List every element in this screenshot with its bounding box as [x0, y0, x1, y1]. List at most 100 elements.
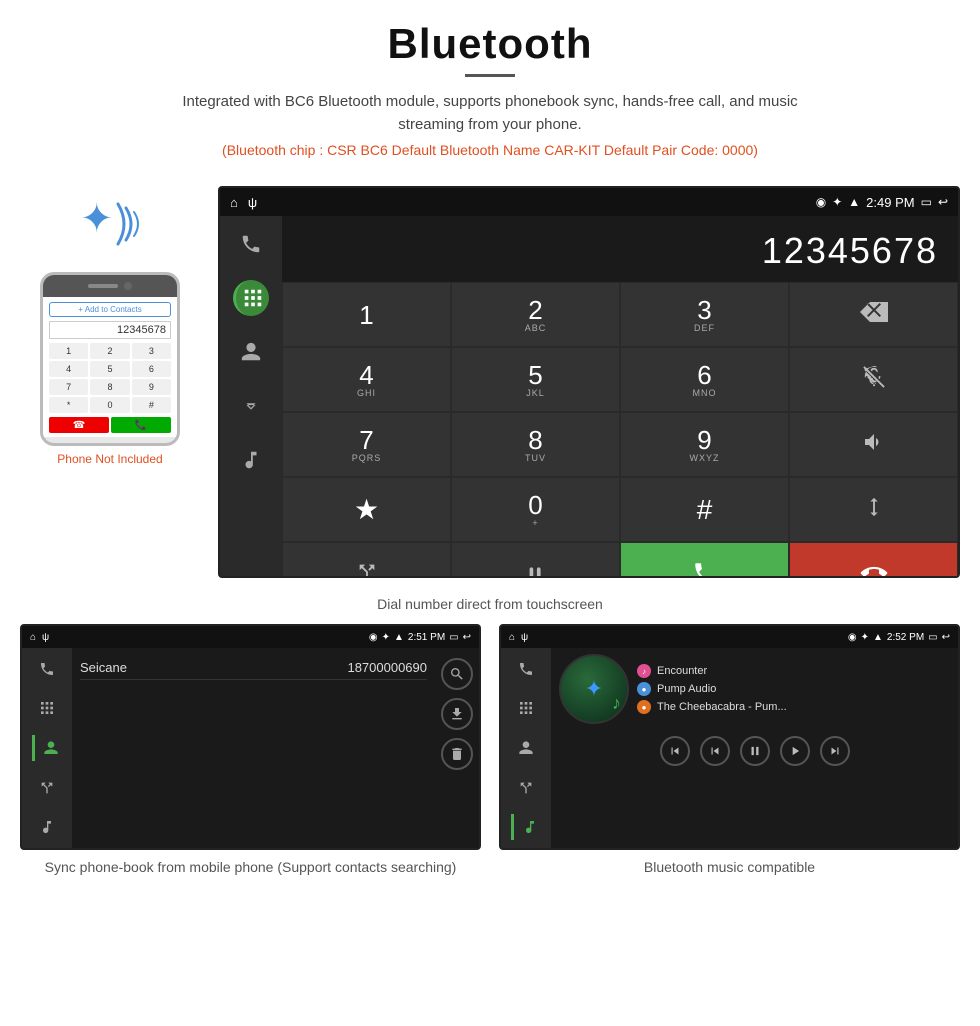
phone-key-4[interactable]: 4	[49, 361, 88, 377]
track-dot-1: ♪	[637, 664, 651, 678]
wifi-waves-icon	[110, 194, 150, 261]
skip-back-button[interactable]	[700, 736, 730, 766]
contact-number: 18700000690	[347, 660, 427, 675]
play-button[interactable]	[780, 736, 810, 766]
ms-sidebar-keypad[interactable]	[511, 696, 541, 722]
phone-call-button[interactable]: 📞	[111, 417, 171, 433]
download-button[interactable]	[441, 698, 473, 730]
phone-key-2[interactable]: 2	[90, 343, 129, 359]
next-track-button[interactable]	[820, 736, 850, 766]
track-3[interactable]: ● The Cheebacabra - Pum...	[637, 700, 950, 714]
ms-sidebar-contacts[interactable]	[511, 735, 541, 761]
status-time: 2:49 PM	[866, 195, 914, 210]
key-3[interactable]: 3 DEF	[620, 282, 789, 347]
delete-button[interactable]	[441, 738, 473, 770]
phonebook-item: ⌂ ψ ◉ ✦ ▲ 2:51 PM ▭ ↩	[20, 624, 481, 878]
main-status-bar: ⌂ ψ ◉ ✦ ▲ 2:49 PM ▭ ↩	[220, 188, 958, 216]
key-8[interactable]: 8 TUV	[451, 412, 620, 477]
key-sort[interactable]	[789, 477, 958, 542]
key-merge[interactable]	[282, 542, 451, 578]
phone-key-3[interactable]: 3	[132, 343, 171, 359]
key-2[interactable]: 2 ABC	[451, 282, 620, 347]
page-header: Bluetooth Integrated with BC6 Bluetooth …	[0, 0, 980, 186]
phone-key-8[interactable]: 8	[90, 379, 129, 395]
pb-sidebar-music[interactable]	[32, 814, 62, 840]
phone-number-display: 12345678	[49, 321, 171, 339]
ms-back-icon[interactable]: ↩	[942, 632, 950, 643]
home-icon[interactable]: ⌂	[230, 195, 238, 210]
pb-back-icon[interactable]: ↩	[463, 632, 471, 643]
key-hash[interactable]: #	[620, 477, 789, 542]
pb-usb-icon: ψ	[42, 632, 49, 643]
pause-button[interactable]	[740, 736, 770, 766]
key-hold[interactable]	[451, 542, 620, 578]
bluetooth-symbol-icon: ✦	[80, 196, 114, 242]
pb-sidebar-keypad[interactable]	[32, 696, 62, 722]
contact-row: Seicane 18700000690	[80, 656, 427, 680]
music-controls	[559, 730, 950, 768]
ms-sidebar-music[interactable]	[511, 814, 541, 840]
sidebar-contacts-icon[interactable]	[233, 334, 269, 370]
key-5[interactable]: 5 JKL	[451, 347, 620, 412]
ms-sidebar-phone[interactable]	[511, 656, 541, 682]
key-call[interactable]	[620, 542, 789, 578]
key-6[interactable]: 6 MNO	[620, 347, 789, 412]
pb-sidebar-phone[interactable]	[32, 656, 62, 682]
search-button[interactable]	[441, 658, 473, 690]
track-2[interactable]: ● Pump Audio	[637, 682, 950, 696]
phone-key-1[interactable]: 1	[49, 343, 88, 359]
key-mute[interactable]	[789, 347, 958, 412]
music-note-icon: ♪	[612, 693, 621, 714]
pb-status-left: ⌂ ψ	[30, 632, 49, 643]
ms-home-icon[interactable]: ⌂	[509, 632, 515, 643]
battery-icon: ▭	[921, 195, 932, 209]
music-caption: Bluetooth music compatible	[644, 858, 815, 878]
spec-line: (Bluetooth chip : CSR BC6 Default Blueto…	[0, 142, 980, 158]
phone-key-6[interactable]: 6	[132, 361, 171, 377]
key-4[interactable]: 4 GHI	[282, 347, 451, 412]
pb-sidebar-transfer[interactable]	[32, 775, 62, 801]
phone-top-bar	[43, 275, 177, 297]
sidebar-phone-icon[interactable]	[233, 226, 269, 262]
track-dot-3: ●	[637, 700, 651, 714]
pb-sidebar-contacts[interactable]	[32, 735, 62, 761]
pb-status-right: ◉ ✦ ▲ 2:51 PM ▭ ↩	[369, 632, 471, 643]
key-volume[interactable]	[789, 412, 958, 477]
key-star[interactable]: ★	[282, 477, 451, 542]
ms-usb-icon: ψ	[521, 632, 528, 643]
track-1[interactable]: ♪ Encounter	[637, 664, 950, 678]
phone-camera-icon	[124, 282, 132, 290]
prev-track-button[interactable]	[660, 736, 690, 766]
title-divider	[465, 74, 515, 77]
location-icon: ◉	[816, 195, 826, 209]
ms-location-icon: ◉	[848, 632, 857, 643]
key-9[interactable]: 9 WXYZ	[620, 412, 789, 477]
contact-name: Seicane	[80, 660, 127, 675]
ms-sidebar-transfer[interactable]	[511, 775, 541, 801]
dialer-sidebar	[220, 216, 282, 576]
add-contacts-label[interactable]: + Add to Contacts	[49, 302, 171, 317]
sidebar-music-icon[interactable]	[233, 442, 269, 478]
phone-key-0[interactable]: 0	[90, 397, 129, 413]
back-icon[interactable]: ↩	[938, 195, 948, 209]
signal-icon: ▲	[848, 195, 860, 209]
key-backspace[interactable]	[789, 282, 958, 347]
phone-end-button[interactable]: ☎	[49, 417, 109, 433]
key-0[interactable]: 0 +	[451, 477, 620, 542]
phone-key-hash[interactable]: #	[132, 397, 171, 413]
key-end-call[interactable]	[789, 542, 958, 578]
key-7[interactable]: 7 PQRS	[282, 412, 451, 477]
sidebar-transfer-icon[interactable]	[233, 388, 269, 424]
dialer-main: 12345678 1 2 ABC 3 DEF	[282, 216, 958, 576]
pb-home-icon[interactable]: ⌂	[30, 632, 36, 643]
sidebar-keypad-icon[interactable]	[233, 280, 269, 316]
pb-time: 2:51 PM	[408, 632, 445, 643]
pb-right-icons	[435, 648, 479, 848]
subtitle-text: Integrated with BC6 Bluetooth module, su…	[160, 91, 820, 136]
phone-key-5[interactable]: 5	[90, 361, 129, 377]
key-1[interactable]: 1	[282, 282, 451, 347]
phone-key-9[interactable]: 9	[132, 379, 171, 395]
phone-key-7[interactable]: 7	[49, 379, 88, 395]
phone-key-star[interactable]: *	[49, 397, 88, 413]
ms-status-left: ⌂ ψ	[509, 632, 528, 643]
